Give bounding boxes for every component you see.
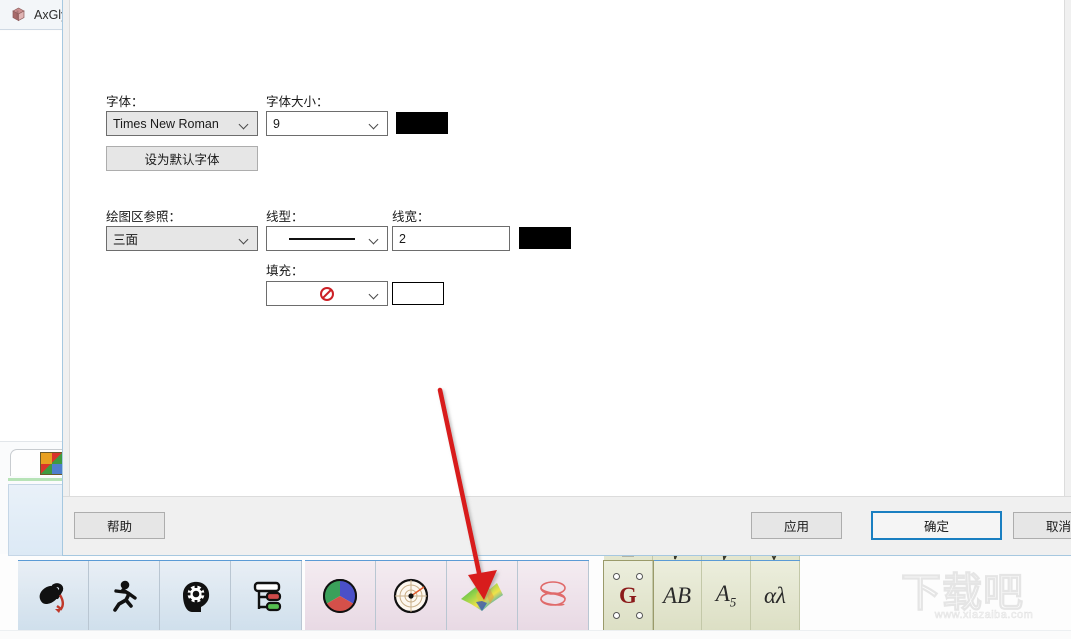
no-fill-icon: [320, 286, 334, 301]
puzzle-icon: [40, 452, 63, 475]
screen: AxGly G AB A5 αλ 字体： Times New Roman 字体大…: [0, 0, 1071, 639]
set-default-font-button[interactable]: 设为默认字体: [106, 146, 258, 171]
glyph-greek-label: αλ: [763, 583, 787, 608]
surface-3d-plot-icon[interactable]: [447, 561, 518, 631]
glyph-subscript-base: A: [715, 581, 730, 607]
format-dialog: 字体： Times New Roman 字体大小： 9 设为默认字体 绘图区参照…: [62, 0, 1071, 556]
fill-color-swatch[interactable]: [392, 282, 444, 305]
ok-button[interactable]: 确定: [871, 511, 1002, 540]
glyph-subscript-icon[interactable]: A5: [702, 561, 751, 631]
spiral-helix-icon[interactable]: [518, 561, 589, 631]
line-width-label: 线宽：: [392, 210, 430, 224]
font-size-value: 9: [273, 116, 280, 131]
resize-handle[interactable]: [613, 573, 620, 580]
solid-line-sample-icon: [289, 237, 355, 240]
resize-handle[interactable]: [636, 573, 643, 580]
glyph-subscript-label: A5: [716, 581, 737, 611]
plot-area-value: 三面: [113, 233, 139, 247]
watermark: 下载吧 www.xiazaiba.com: [901, 571, 1067, 633]
glyph-ab-label: AB: [662, 583, 692, 608]
resize-handle[interactable]: [613, 612, 620, 619]
font-label: 字体：: [106, 95, 144, 109]
fill-style-combobox[interactable]: [266, 281, 388, 306]
font-color-swatch[interactable]: [396, 112, 448, 134]
line-width-input[interactable]: 2: [392, 226, 510, 251]
chevron-down-icon: [370, 121, 379, 127]
plot-area-combobox[interactable]: 三面: [106, 226, 258, 251]
line-color-swatch[interactable]: [519, 227, 571, 249]
dialog-footer: 帮助 应用 确定 取消: [63, 496, 1071, 555]
glyph-ab-icon[interactable]: AB: [653, 561, 702, 631]
help-button[interactable]: 帮助: [74, 512, 165, 539]
gallery-group-blue: [18, 560, 302, 631]
glyph-greek-icon[interactable]: αλ: [751, 561, 800, 631]
cube-icon: [10, 6, 27, 23]
chevron-down-icon: [240, 121, 249, 127]
line-type-combobox[interactable]: [266, 226, 388, 251]
stamp-hand-icon[interactable]: [18, 561, 89, 631]
plot-area-label: 绘图区参照：: [106, 210, 182, 224]
cancel-button[interactable]: 取消: [1013, 512, 1071, 539]
font-size-combobox[interactable]: 9: [266, 111, 388, 136]
chevron-down-icon: [370, 236, 379, 242]
font-family-combobox[interactable]: Times New Roman: [106, 111, 258, 136]
glyph-g-icon[interactable]: G: [603, 560, 654, 632]
gallery-group-pink: [305, 560, 589, 631]
apply-button[interactable]: 应用: [751, 512, 842, 539]
flow-hierarchy-icon[interactable]: [231, 561, 302, 631]
line-width-value: 2: [399, 231, 406, 246]
font-size-label: 字体大小：: [266, 95, 329, 109]
head-gear-icon[interactable]: [160, 561, 231, 631]
radar-chart-icon[interactable]: [376, 561, 447, 631]
glyph-g-label: G: [619, 583, 637, 608]
dialog-content-area: 字体： Times New Roman 字体大小： 9 设为默认字体 绘图区参照…: [69, 0, 1065, 499]
fill-label: 填充：: [266, 264, 304, 278]
chevron-down-icon: [370, 291, 379, 297]
pie-chart-icon[interactable]: [305, 561, 376, 631]
running-person-icon[interactable]: [89, 561, 160, 631]
line-type-label: 线型：: [266, 210, 304, 224]
resize-handle[interactable]: [636, 612, 643, 619]
font-family-value: Times New Roman: [113, 116, 219, 131]
gallery-group-olive: G AB A5 αλ: [603, 560, 800, 632]
chevron-down-icon: [240, 236, 249, 242]
glyph-subscript-index: 5: [729, 594, 737, 610]
